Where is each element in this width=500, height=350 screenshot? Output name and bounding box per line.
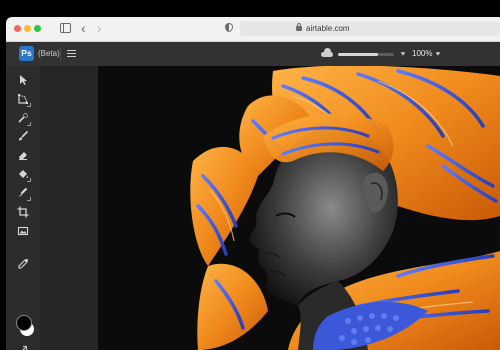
- zoom-level[interactable]: 100%: [412, 48, 432, 60]
- paint-bucket-tool[interactable]: [16, 167, 31, 182]
- artwork-image: [190, 66, 500, 350]
- eraser-icon: [19, 152, 27, 160]
- swap-colors-icon: [22, 345, 28, 350]
- eraser-tool[interactable]: [16, 148, 30, 162]
- cloud-sync-progress-fill: [338, 53, 379, 56]
- tool-group-indicator: [27, 178, 31, 182]
- tool-group-indicator: [27, 103, 31, 107]
- eyedropper-icon: [18, 259, 28, 269]
- quick-selection-tool[interactable]: [16, 111, 31, 126]
- app-logo[interactable]: Ps: [19, 46, 34, 61]
- forward-arrow-icon[interactable]: ›: [97, 20, 102, 36]
- app-header: Ps (Beta) ▼ 100% ▼: [6, 42, 500, 66]
- tools-panel: [6, 66, 40, 350]
- header-divider: [60, 47, 61, 61]
- transform-tool[interactable]: [16, 92, 31, 107]
- close-window-button[interactable]: [14, 25, 21, 32]
- crop-icon: [17, 206, 29, 218]
- lock-icon: [296, 23, 302, 31]
- tool-group-indicator: [27, 122, 31, 126]
- tool-group-indicator: [27, 197, 31, 201]
- document-canvas[interactable]: [98, 66, 500, 350]
- brush-tool[interactable]: [16, 129, 30, 143]
- privacy-shield-icon[interactable]: [225, 23, 233, 32]
- move-tool[interactable]: [16, 73, 30, 87]
- url-text: airtable.com: [306, 24, 350, 33]
- address-bar[interactable]: airtable.com: [240, 21, 500, 36]
- canvas-gutter: [40, 66, 98, 350]
- place-image-icon: [17, 226, 29, 236]
- brush-icon: [19, 130, 29, 141]
- swap-colors-button[interactable]: [16, 343, 30, 350]
- place-image-tool[interactable]: [16, 224, 30, 238]
- maximize-window-button[interactable]: [34, 25, 41, 32]
- minimize-window-button[interactable]: [24, 25, 31, 32]
- move-icon: [20, 75, 27, 85]
- sidebar-toggle-icon[interactable]: [60, 23, 71, 33]
- crop-tool[interactable]: [16, 205, 30, 219]
- foreground-color-swatch[interactable]: [16, 315, 32, 331]
- clone-stamp-tool[interactable]: [16, 186, 31, 201]
- browser-toolbar: ‹ › airtable.com: [6, 17, 500, 42]
- hamburger-menu-icon[interactable]: [67, 50, 76, 57]
- cloud-icon[interactable]: [321, 48, 333, 57]
- chevron-down-icon[interactable]: ▼: [399, 51, 407, 58]
- back-arrow-icon[interactable]: ‹: [81, 20, 86, 36]
- eyedropper-tool[interactable]: [16, 257, 30, 271]
- beta-badge: (Beta): [38, 49, 60, 58]
- app-window: ‹ › airtable.com Ps (Beta) ▼ 100% ▼: [6, 17, 500, 350]
- cloud-sync-progress: [338, 53, 394, 56]
- zoom-chevron-down-icon[interactable]: ▼: [434, 51, 442, 58]
